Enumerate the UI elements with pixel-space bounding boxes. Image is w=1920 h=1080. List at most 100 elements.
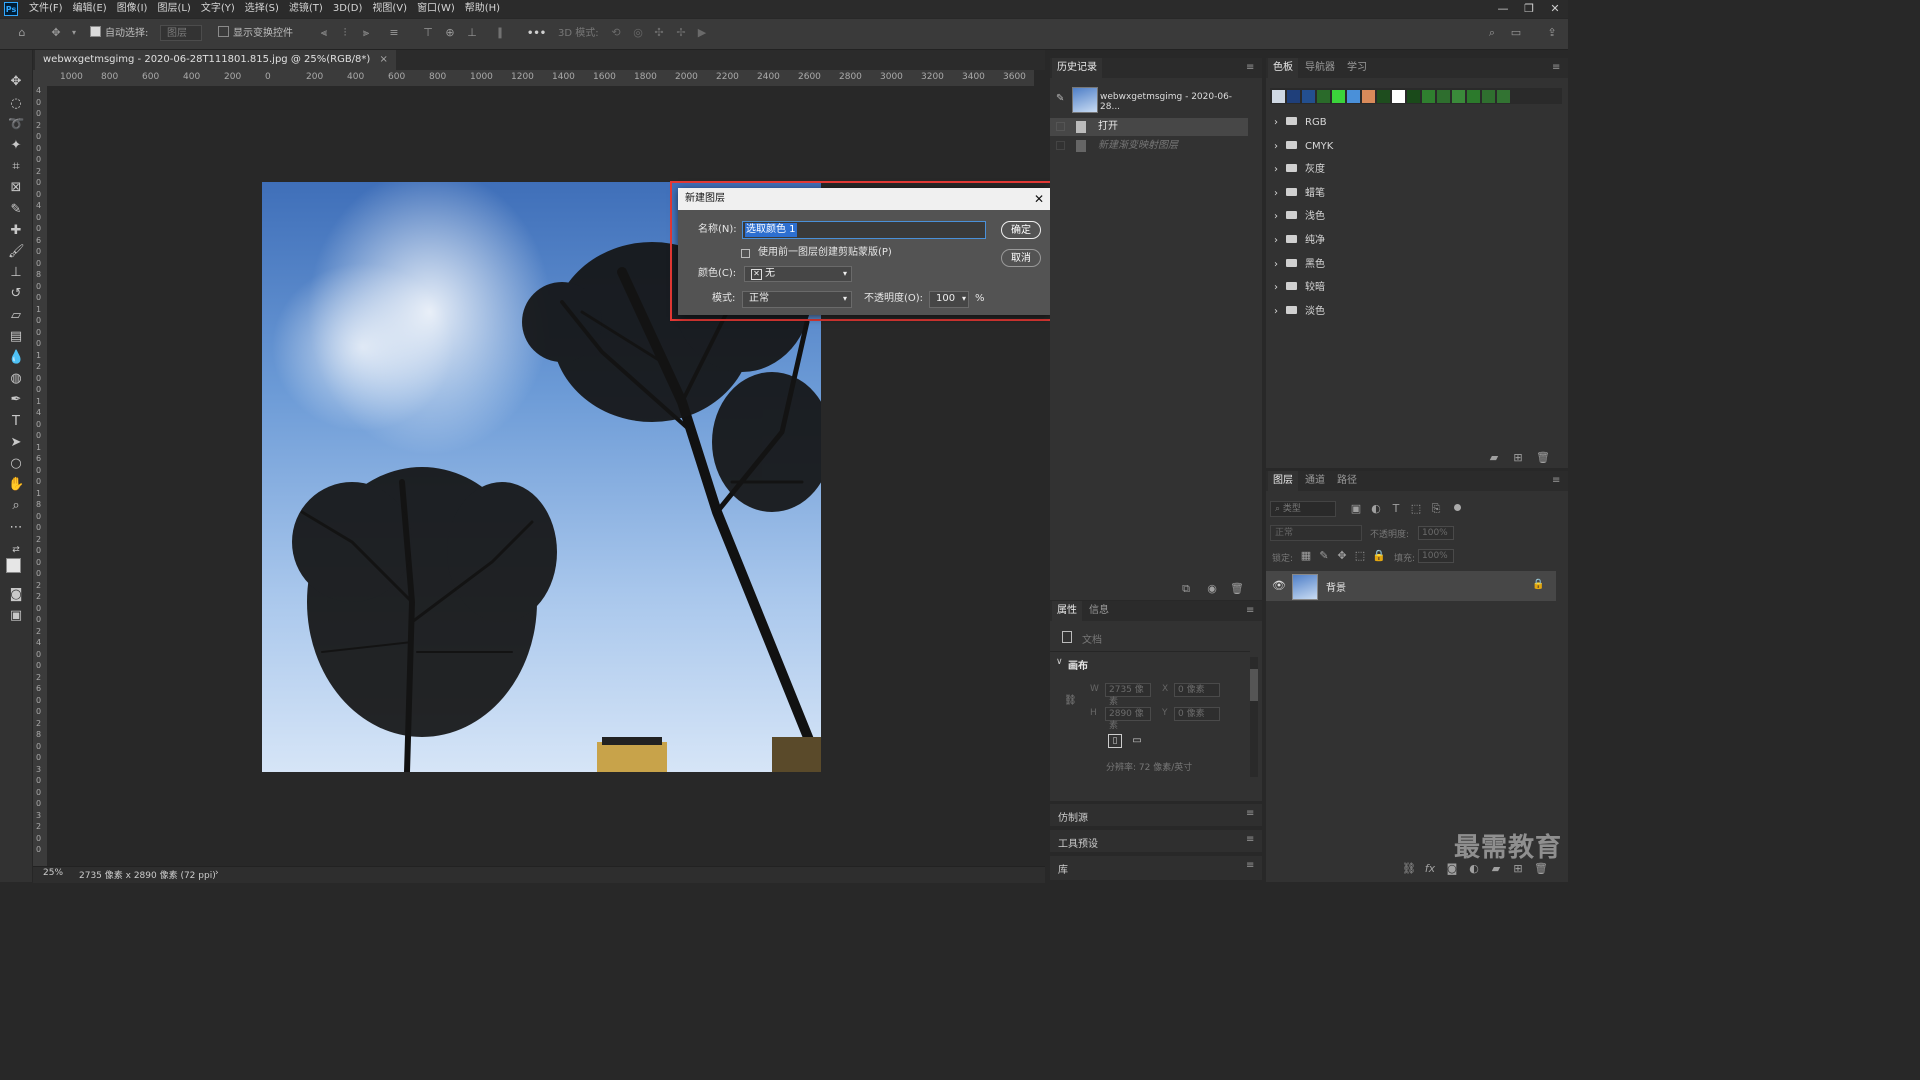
swap-colors-icon[interactable]: ⇄ bbox=[8, 542, 24, 558]
tool-presets-panel-header[interactable]: 工具预设 ≡ bbox=[1050, 830, 1262, 852]
screen-mode-icon[interactable]: ▣ bbox=[8, 608, 24, 624]
more-tools-icon[interactable]: ⋯ bbox=[8, 520, 24, 536]
tab-info[interactable]: 信息 bbox=[1084, 601, 1114, 621]
add-mask-icon[interactable]: ◙ bbox=[1446, 863, 1458, 875]
ruler-origin[interactable] bbox=[33, 70, 56, 86]
width-field[interactable]: 2735 像素 bbox=[1105, 683, 1151, 707]
swatch-group-rgb[interactable]: › RGB bbox=[1274, 112, 1534, 134]
color-swatch[interactable] bbox=[1287, 90, 1300, 103]
show-transform-checkbox[interactable] bbox=[218, 26, 229, 37]
more-options-button[interactable]: ••• bbox=[527, 26, 546, 42]
swatch-group-pale[interactable]: › 淡色 bbox=[1274, 301, 1534, 323]
color-swatch[interactable] bbox=[1407, 90, 1420, 103]
filter-smart-object-icon[interactable]: ⎘ bbox=[1430, 503, 1442, 515]
history-item[interactable]: 打开 bbox=[1050, 118, 1248, 136]
stamp-tool-icon[interactable]: ⊥ bbox=[8, 265, 24, 281]
share-icon[interactable]: ⇪ bbox=[1546, 27, 1558, 39]
opacity-input[interactable]: 100 ▾ bbox=[929, 291, 969, 308]
menu-edit[interactable]: 编辑(E) bbox=[68, 0, 112, 18]
menu-window[interactable]: 窗口(W) bbox=[412, 0, 460, 18]
filter-type-icon[interactable]: T bbox=[1390, 503, 1402, 515]
type-tool-icon[interactable]: T bbox=[8, 414, 24, 430]
brush-tool-icon[interactable]: 🖌 bbox=[8, 244, 25, 260]
new-group-folder-icon[interactable]: ▰ bbox=[1488, 452, 1500, 464]
3d-pan-icon[interactable]: ✣ bbox=[653, 27, 665, 39]
3d-slide-icon[interactable]: ✢ bbox=[675, 27, 687, 39]
canvas-section-title[interactable]: 画布 bbox=[1068, 657, 1088, 672]
layer-name[interactable]: 背景 bbox=[1326, 579, 1346, 594]
align-left-icon[interactable]: ⫷ bbox=[318, 27, 330, 39]
pen-tool-icon[interactable]: ✒ bbox=[8, 392, 24, 408]
lock-position-icon[interactable]: ✥ bbox=[1336, 550, 1348, 562]
auto-select-option[interactable]: 自动选择: bbox=[90, 26, 148, 42]
new-document-from-state-icon[interactable]: ⧉ bbox=[1180, 583, 1192, 595]
3d-orbit-icon[interactable]: ⟲ bbox=[610, 27, 622, 39]
tab-layers[interactable]: 图层 bbox=[1268, 471, 1298, 491]
frame-tool-icon[interactable]: ⊠ bbox=[8, 180, 24, 196]
align-middle-icon[interactable]: ⊕ bbox=[444, 27, 456, 39]
layer-filter-select[interactable]: ⌕ 类型 bbox=[1270, 501, 1336, 517]
color-swatch[interactable] bbox=[1272, 90, 1285, 103]
minimize-button[interactable]: — bbox=[1490, 0, 1516, 18]
healing-brush-tool-icon[interactable]: ✚ bbox=[8, 223, 24, 239]
dialog-title-bar[interactable]: 新建图层 ✕ bbox=[678, 188, 1052, 210]
align-top-icon[interactable]: ⊤ bbox=[422, 27, 434, 39]
path-selection-tool-icon[interactable]: ➤ bbox=[8, 435, 24, 451]
horizontal-ruler[interactable]: 1000 800 600 400 200 0 200 400 600 800 1000 1200 140… bbox=[56, 70, 1034, 87]
properties-scrollbar[interactable] bbox=[1250, 657, 1258, 777]
new-swatch-icon[interactable]: ⊞ bbox=[1512, 452, 1524, 464]
layer-opacity-field[interactable]: 100% bbox=[1418, 526, 1454, 540]
chevron-down-icon[interactable]: ▾ bbox=[68, 27, 80, 39]
zoom-tool-icon[interactable]: ⌕ bbox=[8, 498, 24, 514]
panel-menu-icon[interactable]: ≡ bbox=[1246, 860, 1256, 872]
lock-image-icon[interactable]: ✎ bbox=[1318, 550, 1330, 562]
document-tab[interactable]: webwxgetmsgimg - 2020-06-28T111801.815.j… bbox=[35, 50, 396, 70]
auto-select-checkbox[interactable] bbox=[90, 26, 101, 37]
swatch-group-darker[interactable]: › 较暗 bbox=[1274, 277, 1534, 299]
trash-icon[interactable]: 🗑 bbox=[1534, 863, 1548, 875]
distribute-icon[interactable]: ≡ bbox=[388, 27, 400, 39]
history-checkbox[interactable] bbox=[1056, 141, 1065, 150]
panel-menu-icon[interactable]: ≡ bbox=[1246, 605, 1256, 617]
layer-blend-mode-select[interactable]: 正常 bbox=[1270, 525, 1362, 541]
restore-button[interactable]: ❐ bbox=[1516, 0, 1542, 18]
panel-menu-icon[interactable]: ≡ bbox=[1552, 62, 1562, 74]
libraries-panel-header[interactable]: 库 ≡ bbox=[1050, 856, 1262, 880]
filter-shape-icon[interactable]: ⬚ bbox=[1410, 503, 1422, 515]
menu-image[interactable]: 图像(I) bbox=[112, 0, 153, 18]
fill-field[interactable]: 100% bbox=[1418, 549, 1454, 563]
history-item[interactable]: 新建渐变映射图层 bbox=[1050, 137, 1248, 155]
tab-swatches[interactable]: 色板 bbox=[1268, 58, 1298, 78]
layer-style-fx-icon[interactable]: fx bbox=[1424, 863, 1436, 875]
eyedropper-tool-icon[interactable]: ✎ bbox=[8, 202, 24, 218]
swatch-group-light[interactable]: › 浅色 bbox=[1274, 206, 1534, 228]
history-snapshot[interactable]: ✎ webwxgetmsgimg - 2020-06-28... bbox=[1050, 84, 1248, 114]
panel-menu-icon[interactable]: ≡ bbox=[1246, 808, 1256, 820]
history-brush-source-icon[interactable]: ✎ bbox=[1056, 93, 1064, 104]
close-icon[interactable]: ✕ bbox=[1034, 188, 1044, 210]
filter-adjustment-icon[interactable]: ◐ bbox=[1370, 503, 1382, 515]
color-swatch[interactable] bbox=[1422, 90, 1435, 103]
close-window-button[interactable]: ✕ bbox=[1542, 0, 1568, 18]
vertical-ruler[interactable]: 4 0 0 2 0 0 0 2 0 0 4 0 0 6 0 0 8 0 0 1 0 0 0 1 2 0 0 1 4 0 0 1 6 0 0 1 8 0 0 2… bbox=[33, 86, 48, 866]
history-brush-tool-icon[interactable]: ↺ bbox=[8, 286, 24, 302]
ok-button[interactable]: 确定 bbox=[1001, 221, 1041, 239]
y-field[interactable]: 0 像素 bbox=[1174, 707, 1220, 721]
workspace-icon[interactable]: ▭ bbox=[1510, 27, 1522, 39]
lock-all-icon[interactable]: 🔒 bbox=[1372, 550, 1386, 562]
color-swatch[interactable] bbox=[1437, 90, 1450, 103]
move-tool-icon[interactable]: ✥ bbox=[8, 74, 24, 90]
status-menu-arrow[interactable]: › bbox=[215, 868, 219, 878]
chevron-down-icon[interactable]: ▾ bbox=[962, 292, 966, 306]
clip-mask-checkbox[interactable] bbox=[741, 249, 750, 258]
tab-history[interactable]: 历史记录 bbox=[1052, 58, 1102, 78]
color-swatch[interactable] bbox=[1317, 90, 1330, 103]
swatch-group-cmyk[interactable]: › CMYK bbox=[1274, 136, 1534, 158]
trash-icon[interactable]: 🗑 bbox=[1230, 583, 1244, 595]
tab-learn[interactable]: 学习 bbox=[1342, 58, 1372, 78]
link-icon[interactable]: ⛓ bbox=[1064, 695, 1077, 706]
panel-menu-icon[interactable]: ≡ bbox=[1552, 475, 1562, 487]
tab-channels[interactable]: 通道 bbox=[1300, 471, 1330, 491]
visibility-eye-icon[interactable]: 👁 bbox=[1272, 579, 1286, 592]
lock-icon[interactable]: 🔒 bbox=[1532, 579, 1544, 590]
